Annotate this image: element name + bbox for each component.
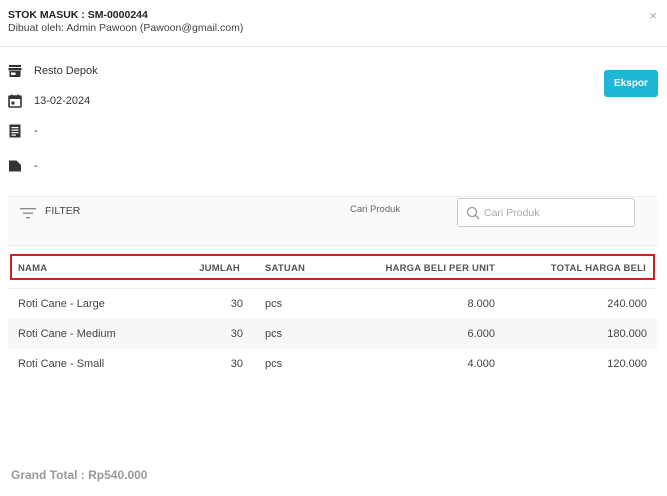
cell-name: Roti Cane - Small xyxy=(18,358,105,370)
table-header-row: NAMA JUMLAH SATUAN HARGA BELI PER UNIT T… xyxy=(10,254,655,280)
cell-unit-price: 8.000 xyxy=(467,298,495,310)
column-header-total-price: TOTAL HARGA BELI xyxy=(550,263,646,274)
column-header-unit: SATUAN xyxy=(265,263,306,274)
filter-icon[interactable] xyxy=(20,207,36,219)
cell-total-price: 240.000 xyxy=(607,298,647,310)
column-header-quantity: JUMLAH xyxy=(199,263,240,274)
cell-total-price: 120.000 xyxy=(607,358,647,370)
cell-name: Roti Cane - Large xyxy=(18,298,105,310)
cell-unit: pcs xyxy=(265,328,283,340)
supplier-row: - xyxy=(8,158,38,174)
search-input[interactable] xyxy=(484,204,629,221)
cell-total-price: 180.000 xyxy=(607,328,647,340)
table-row: Roti Cane - Large 30 pcs 8.000 240.000 xyxy=(8,289,657,319)
cell-name: Roti Cane - Medium xyxy=(18,328,116,340)
table-row: Roti Cane - Small 30 pcs 4.000 120.000 xyxy=(8,349,657,379)
store-icon xyxy=(8,65,22,77)
date-row: 13-02-2024 xyxy=(8,93,90,109)
outlet-row: Resto Depok xyxy=(8,63,98,79)
outlet-name: Resto Depok xyxy=(34,65,98,77)
note-value: - xyxy=(34,125,38,137)
supplier-value: - xyxy=(34,160,38,172)
column-header-name: NAMA xyxy=(18,263,48,274)
cell-quantity: 30 xyxy=(230,328,243,340)
cell-unit-price: 4.000 xyxy=(467,358,495,370)
export-button[interactable]: Ekspor xyxy=(604,70,658,97)
close-icon[interactable]: × xyxy=(649,9,657,22)
cell-quantity: 30 xyxy=(230,358,243,370)
date-value: 13-02-2024 xyxy=(34,95,91,107)
table-row: Roti Cane - Medium 30 pcs 6.000 180.000 xyxy=(8,319,657,349)
calendar-icon xyxy=(8,94,22,108)
grand-total: Grand Total : Rp540.000 xyxy=(11,468,148,482)
filter-bar: FILTER Cari Produk xyxy=(8,196,657,246)
cell-unit-price: 6.000 xyxy=(467,328,495,340)
search-label: Cari Produk xyxy=(350,204,401,215)
search-icon xyxy=(466,206,480,220)
cell-unit: pcs xyxy=(265,358,283,370)
label-icon xyxy=(9,160,21,172)
filter-button[interactable]: FILTER xyxy=(45,205,80,217)
column-header-unit-price: HARGA BELI PER UNIT xyxy=(385,263,495,274)
modal-header: STOK MASUK : SM-0000244 Dibuat oleh: Adm… xyxy=(0,0,667,47)
note-row: - xyxy=(8,123,38,139)
search-box[interactable] xyxy=(457,198,635,227)
cell-unit: pcs xyxy=(265,298,283,310)
cell-quantity: 30 xyxy=(230,298,243,310)
page-title: STOK MASUK : SM-0000244 xyxy=(8,9,148,21)
document-icon xyxy=(9,124,21,138)
created-by-text: Dibuat oleh: Admin Pawoon (Pawoon@gmail.… xyxy=(8,22,244,34)
